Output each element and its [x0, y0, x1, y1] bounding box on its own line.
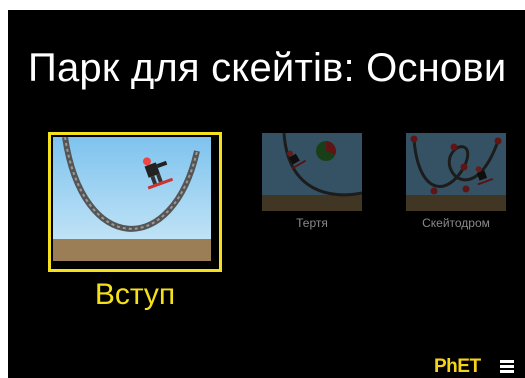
intro-label: Вступ [94, 278, 176, 311]
friction-thumbnail-icon [262, 133, 362, 211]
phet-logo: PhET [434, 356, 481, 377]
home-screen: Парк для скейтів: Основи Вступ Тертя Ске… [8, 10, 525, 378]
screen-button-intro[interactable]: Вступ [48, 132, 222, 311]
sim-title: Парк для скейтів: Основи [28, 46, 507, 90]
playground-label: Скейтодром [422, 216, 490, 230]
intro-thumbnail-icon [53, 137, 211, 261]
friction-label: Тертя [296, 216, 328, 230]
hamburger-menu-icon[interactable] [500, 360, 514, 374]
playground-thumbnail-icon [406, 133, 506, 211]
screen-button-friction[interactable]: Тертя [262, 133, 362, 243]
screen-button-playground[interactable]: Скейтодром [406, 133, 506, 243]
